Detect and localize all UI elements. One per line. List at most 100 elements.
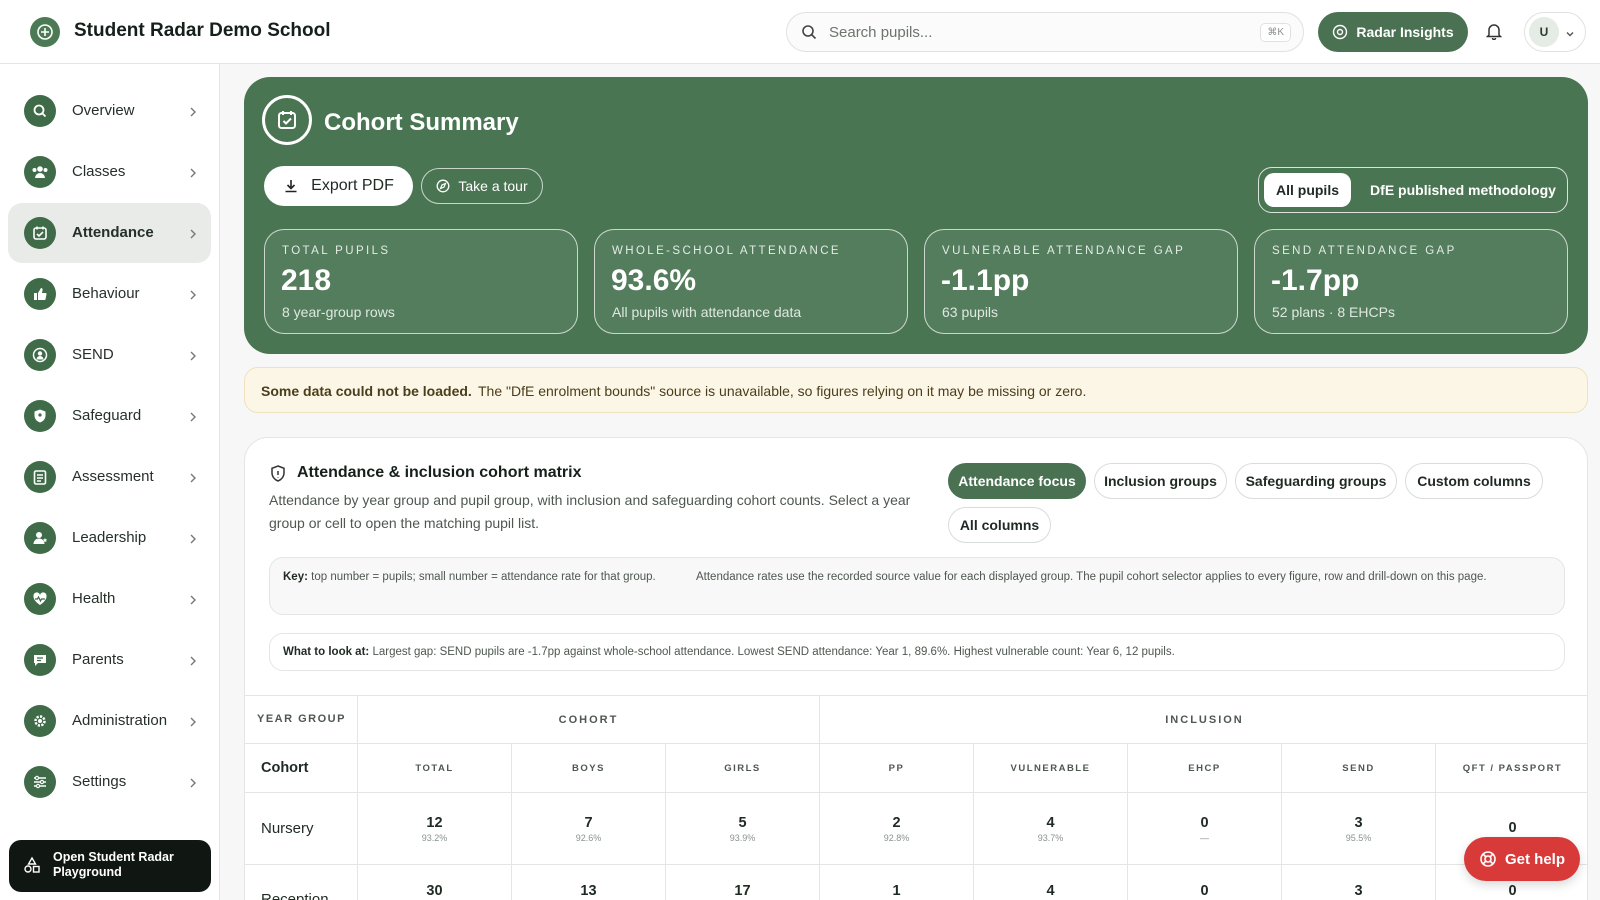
chip-attendance-focus[interactable]: Attendance focus: [948, 463, 1086, 499]
thumbs-up-icon: [24, 278, 56, 310]
calendar-check-icon: [24, 217, 56, 249]
sidebar-item-send[interactable]: SEND: [8, 325, 211, 385]
table-cell[interactable]: 17: [665, 865, 819, 900]
person-star-icon: [24, 522, 56, 554]
radar-icon: [1333, 24, 1348, 40]
brand-logo[interactable]: [30, 17, 60, 47]
chip-custom-columns[interactable]: Custom columns: [1405, 463, 1543, 499]
table-cell[interactable]: 13: [511, 865, 665, 900]
chip-all-columns[interactable]: All columns: [948, 507, 1051, 543]
table-cell[interactable]: 0: [1127, 865, 1281, 900]
table-cell[interactable]: 4 93.7%: [973, 793, 1127, 864]
table-row[interactable]: Nursery 12 93.2% 7 92.6% 5 93.9% 2 92.8% 4 93…: [245, 792, 1587, 864]
cohort-summary-panel: Cohort Summary Export PDF Take a tour Al…: [244, 77, 1588, 354]
segment-all-pupils[interactable]: All pupils: [1264, 173, 1351, 207]
kpi-send-attendance-gap[interactable]: SEND ATTENDANCE GAP -1.7pp 52 plans · 8 …: [1254, 229, 1568, 334]
sidebar-item-health[interactable]: Health: [8, 569, 211, 629]
users-icon: [24, 156, 56, 188]
search-input[interactable]: Search pupils... ⌘K: [786, 12, 1304, 52]
search-placeholder: Search pupils...: [829, 24, 933, 41]
search-shortcut: ⌘K: [1260, 23, 1291, 42]
cohort-methodology-toggle: All pupils DfE published methodology: [1258, 167, 1568, 213]
avatar: U: [1529, 17, 1559, 47]
open-playground-button[interactable]: Open Student Radar Playground: [9, 840, 211, 892]
cohort-header: Cohort: [261, 760, 309, 776]
user-menu[interactable]: U: [1524, 12, 1586, 52]
sidebar-item-classes[interactable]: Classes: [8, 142, 211, 202]
calendar-check-icon: [262, 95, 312, 145]
year-group-name[interactable]: Nursery: [245, 793, 357, 864]
clipboard-icon: [24, 461, 56, 493]
col-girls[interactable]: GIRLS: [665, 744, 819, 792]
sidebar-item-safeguard[interactable]: Safeguard: [8, 386, 211, 446]
sidebar-item-assessment[interactable]: Assessment: [8, 447, 211, 507]
search-icon: [24, 95, 56, 127]
export-pdf-button[interactable]: Export PDF: [264, 166, 413, 206]
segment-dfe-methodology[interactable]: DfE published methodology: [1365, 173, 1561, 207]
chevron-right-icon: [189, 288, 197, 306]
table-cell[interactable]: 4: [973, 865, 1127, 900]
col-total[interactable]: TOTAL: [357, 744, 511, 792]
kpi-total-pupils[interactable]: TOTAL PUPILS 218 8 year-group rows: [264, 229, 578, 334]
table-group-header: YEAR GROUP COHORT INCLUSION: [245, 695, 1587, 743]
sidebar-item-attendance[interactable]: Attendance: [8, 203, 211, 263]
page-title: Cohort Summary: [324, 109, 519, 136]
chevron-right-icon: [189, 471, 197, 489]
chevron-right-icon: [189, 349, 197, 367]
col-send[interactable]: SEND: [1281, 744, 1435, 792]
heart-pulse-icon: [24, 583, 56, 615]
table-cell[interactable]: 7 92.6%: [511, 793, 665, 864]
inclusion-group-header: INCLUSION: [819, 696, 1587, 743]
sidebar-item-behaviour[interactable]: Behaviour: [8, 264, 211, 324]
table-cell[interactable]: 3 95.5%: [1281, 793, 1435, 864]
cohort-matrix-card: Attendance & inclusion cohort matrix Att…: [244, 437, 1588, 900]
chat-icon: [24, 644, 56, 676]
table-cell[interactable]: 1: [819, 865, 973, 900]
matrix-title: Attendance & inclusion cohort matrix: [297, 464, 582, 481]
take-tour-button[interactable]: Take a tour: [421, 168, 543, 204]
sidebar-item-parents[interactable]: Parents: [8, 630, 211, 690]
col-pp[interactable]: PP: [819, 744, 973, 792]
chevron-right-icon: [189, 776, 197, 794]
table-cell[interactable]: 30: [357, 865, 511, 900]
table-row[interactable]: Reception 30 13 17 1 4 0 3 0: [245, 864, 1587, 900]
chip-inclusion-groups[interactable]: Inclusion groups: [1094, 463, 1227, 499]
cohort-group-header: COHORT: [357, 696, 819, 743]
shield-icon: [269, 464, 287, 489]
lifebuoy-icon: [1480, 851, 1496, 867]
chevron-right-icon: [189, 654, 197, 672]
table-cell[interactable]: 3: [1281, 865, 1435, 900]
what-to-look-at: What to look at: Largest gap: SEND pupil…: [269, 633, 1565, 671]
matrix-key: Key: top number = pupils; small number =…: [269, 557, 1565, 615]
table-cell[interactable]: 0—: [1127, 793, 1281, 864]
table-column-header: Cohort TOTAL BOYS GIRLS PP VULNERABLE EH…: [245, 743, 1587, 792]
gear-icon: [24, 705, 56, 737]
kpi-vulnerable-attendance-gap[interactable]: VULNERABLE ATTENDANCE GAP -1.1pp 63 pupi…: [924, 229, 1238, 334]
matrix-description: Attendance by year group and pupil group…: [269, 492, 911, 531]
shapes-icon: [23, 856, 41, 879]
sidebar-item-leadership[interactable]: Leadership: [8, 508, 211, 568]
chevron-right-icon: [189, 166, 197, 184]
sidebar-item-administration[interactable]: Administration: [8, 691, 211, 751]
chip-safeguarding-groups[interactable]: Safeguarding groups: [1235, 463, 1397, 499]
chevron-right-icon: [189, 593, 197, 611]
col-vulnerable[interactable]: VULNERABLE: [973, 744, 1127, 792]
table-cell[interactable]: 5 93.9%: [665, 793, 819, 864]
sidebar-item-overview[interactable]: Overview: [8, 81, 211, 141]
chevron-right-icon: [189, 715, 197, 733]
col-boys[interactable]: BOYS: [511, 744, 665, 792]
col-qft-passport[interactable]: QFT / PASSPORT: [1435, 744, 1587, 792]
table-cell[interactable]: 2 92.8%: [819, 793, 973, 864]
sidebar-item-settings[interactable]: Settings: [8, 752, 211, 812]
chevron-right-icon: [189, 410, 197, 428]
year-group-name[interactable]: Reception: [245, 865, 357, 900]
col-ehcp[interactable]: EHCP: [1127, 744, 1281, 792]
top-bar: Student Radar Demo School Search pupils.…: [0, 0, 1600, 64]
kpi-whole-school-attendance[interactable]: WHOLE-SCHOOL ATTENDANCE 93.6% All pupils…: [594, 229, 908, 334]
shield-icon: [24, 400, 56, 432]
radar-insights-button[interactable]: Radar Insights: [1318, 12, 1468, 52]
compass-icon: [436, 179, 450, 193]
get-help-button[interactable]: Get help: [1464, 837, 1580, 881]
table-cell[interactable]: 12 93.2%: [357, 793, 511, 864]
notifications-bell-icon[interactable]: [1485, 22, 1503, 45]
